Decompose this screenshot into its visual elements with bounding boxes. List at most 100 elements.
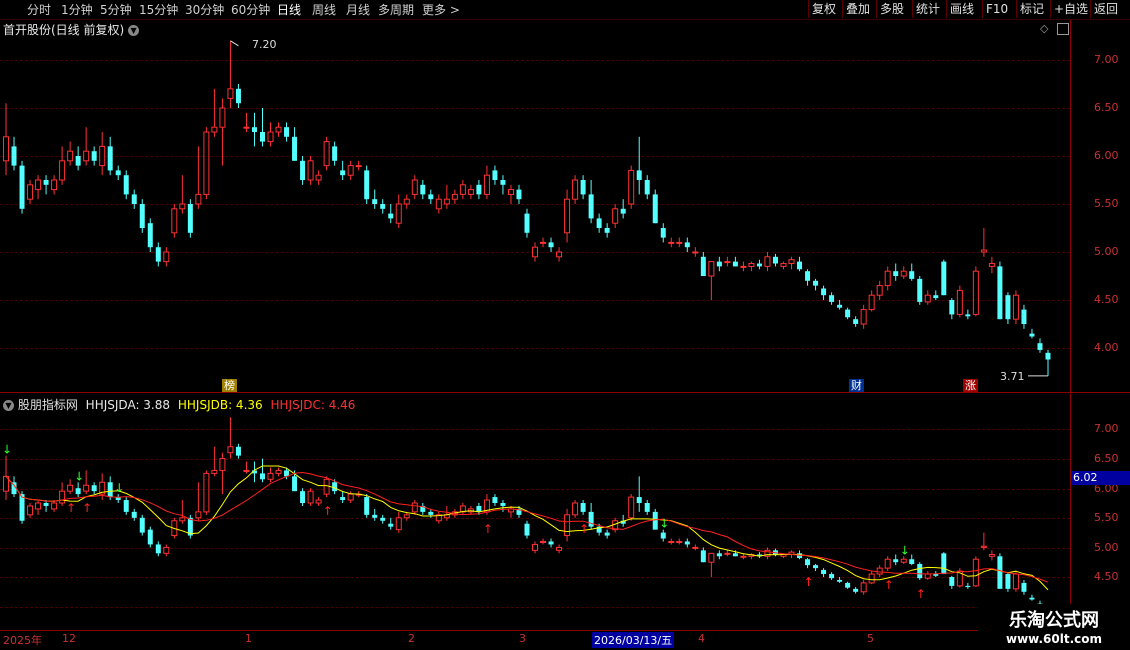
main-candle: [845, 307, 851, 320]
indicator-candle: [492, 494, 498, 506]
buy-arrow-icon: ↑: [323, 504, 333, 518]
main-candle: [972, 266, 979, 317]
main-candle: [636, 136, 642, 195]
indicator-candle: [988, 550, 995, 561]
indicator-candle: [724, 550, 731, 557]
main-candle: [99, 132, 106, 176]
indicator-candle: [1029, 594, 1035, 601]
main-candle: [788, 256, 795, 270]
main-candle: [540, 237, 547, 248]
finance-badge[interactable]: 财: [849, 379, 864, 392]
indicator-candle: [676, 538, 683, 545]
main-candle: [364, 165, 370, 204]
indicator-candle: [1021, 579, 1027, 595]
main-candle: [748, 261, 755, 272]
indicator-candle: [604, 529, 610, 539]
sell-arrow-icon: ↓: [659, 517, 669, 531]
indicator-candle: [179, 500, 186, 524]
indicator-candle: [123, 497, 129, 515]
back-button[interactable]: 返回: [1090, 0, 1121, 18]
main-candle: [355, 160, 362, 171]
main-candle: [876, 280, 883, 300]
main-candle: [476, 180, 482, 200]
indicator-candle: [307, 488, 314, 506]
main-candle: [315, 170, 322, 185]
main-candle: [147, 218, 153, 252]
main-candle: [924, 290, 931, 305]
indicator-candle: [668, 538, 675, 545]
main-candle: [965, 309, 971, 320]
indicator-candle: [195, 482, 202, 521]
indicator-candle: [500, 500, 506, 512]
main-candle: [275, 122, 282, 137]
main-candle: [211, 88, 218, 137]
main-candle: [115, 165, 121, 180]
main-candle: [732, 256, 738, 267]
indicator-candle: [548, 538, 554, 548]
indicator-candle: [19, 491, 25, 524]
indicator-candle: [340, 491, 346, 503]
main-candle: [451, 189, 458, 204]
indicator-candle: [267, 467, 274, 483]
ranking-badge[interactable]: 榜: [222, 379, 237, 392]
indicator-candle: [564, 508, 571, 542]
indicator-candle: [884, 556, 891, 572]
main-candle: [267, 122, 274, 147]
main-candle: [395, 194, 402, 228]
indicator-candle: [580, 500, 586, 515]
indicator-candle: [868, 571, 875, 585]
sell-arrow-icon: ↓: [900, 543, 910, 557]
main-candle: [284, 122, 290, 142]
high-price-label: 7.20: [252, 38, 277, 51]
main-candle: [740, 261, 747, 272]
indicator-candle: [59, 482, 66, 506]
main-candle: [620, 199, 626, 219]
main-candle: [580, 175, 586, 200]
main-ytick-700: 7.00: [1094, 53, 1119, 66]
main-candle: [893, 263, 899, 281]
buy-arrow-icon: ↑: [884, 578, 894, 592]
indicator-candle: [35, 500, 42, 515]
kline-chart[interactable]: ↑ ↑ ↑ ↑ ↑ ↑ ↑ ↑ ↓ ↓ ↓ ↓ ↓: [0, 0, 1070, 630]
main-candle: [997, 261, 1003, 320]
date-label-mar: 3: [519, 632, 526, 645]
main-candle: [3, 103, 9, 176]
main-candle: [692, 247, 699, 257]
main-candle: [813, 278, 819, 291]
indicator-candle: [756, 552, 762, 559]
indicator-candle: [315, 497, 322, 506]
indicator-candle: [211, 446, 218, 477]
limit-up-badge[interactable]: 涨: [963, 379, 978, 392]
main-candle: [171, 204, 178, 238]
indicator-candle: [75, 482, 81, 498]
ind-ytick-450: 4.50: [1094, 570, 1119, 583]
main-candle: [604, 223, 610, 238]
main-candle: [724, 256, 731, 267]
main-candle: [596, 213, 602, 233]
main-candle: [917, 276, 923, 305]
indicator-candle: [420, 503, 426, 515]
indicator-candle: [716, 550, 722, 560]
ind-ytick-650: 6.50: [1094, 452, 1119, 465]
main-candle: [797, 256, 803, 272]
indicator-candle: [524, 520, 530, 539]
main-candle: [227, 40, 234, 108]
main-candle: [1045, 349, 1051, 376]
indicator-candle: [684, 538, 690, 548]
buy-arrow-icon: ↑: [804, 575, 814, 589]
main-candle: [492, 165, 498, 185]
main-candle: [516, 184, 522, 204]
cursor-date-label: 2026/03/13/五: [592, 632, 675, 648]
date-label-2025: 2025年: [3, 634, 42, 647]
indicator-candle: [243, 461, 250, 474]
sell-arrow-icon: ↓: [74, 469, 84, 483]
ind-ytick-550: 5.50: [1094, 511, 1119, 524]
main-ytick-450: 4.50: [1094, 293, 1119, 306]
main-candle: [941, 259, 947, 296]
main-candle: [860, 304, 867, 329]
main-candle: [179, 175, 186, 214]
indicator-candle: [323, 476, 330, 498]
main-candle: [660, 223, 666, 243]
main-candle: [259, 108, 265, 147]
main-candle: [251, 112, 257, 147]
